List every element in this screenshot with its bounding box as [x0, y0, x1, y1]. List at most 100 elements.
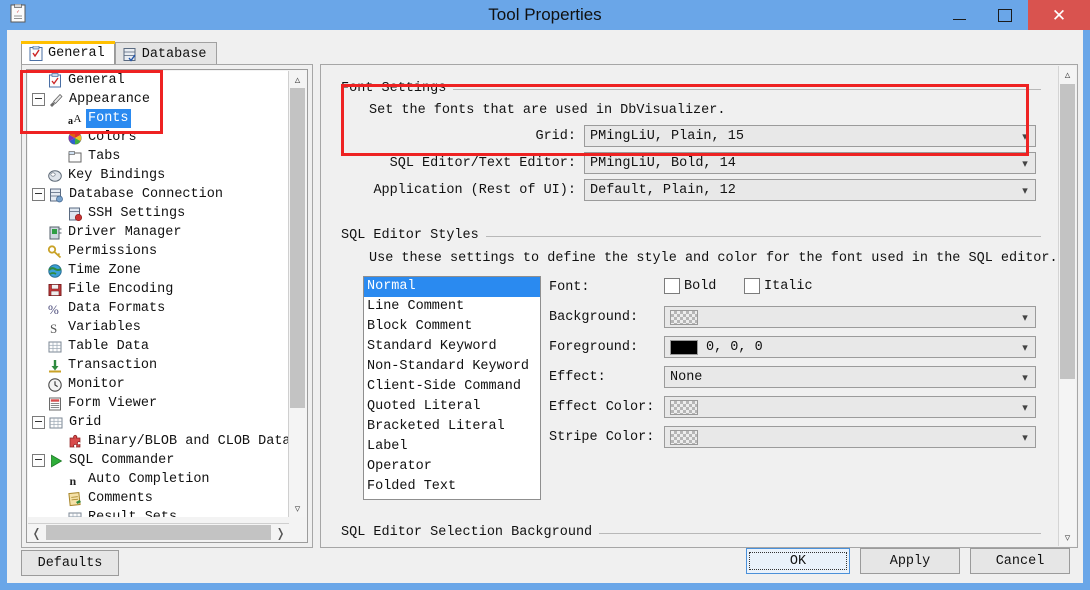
cancel-button[interactable]: Cancel	[970, 548, 1070, 574]
tree-item-file-encoding[interactable]: File Encoding	[28, 280, 289, 299]
tree-item-database-connection[interactable]: Database Connection	[28, 185, 289, 204]
foreground-color-combo[interactable]: 0, 0, 0 ▾	[664, 336, 1036, 358]
tree-item-label: Key Bindings	[68, 168, 166, 183]
style-list-item[interactable]: Normal	[364, 277, 540, 297]
colorwheel-icon	[67, 130, 83, 146]
maximize-button[interactable]	[982, 0, 1028, 30]
style-list-item[interactable]: Standard Keyword	[364, 337, 540, 357]
application-font-value: Default, Plain, 12	[590, 182, 736, 198]
style-list-item[interactable]: Folded Text	[364, 477, 540, 497]
tree-item-auto-completion[interactable]: n Auto Completion	[28, 470, 289, 489]
tree-expander-icon[interactable]	[32, 188, 45, 201]
defaults-button[interactable]: Defaults	[21, 550, 119, 576]
tree-item-driver-manager[interactable]: Driver Manager	[28, 223, 289, 242]
puzzle-icon	[67, 434, 83, 450]
grid-font-combo[interactable]: PMingLiU, Plain, 15 ▾	[584, 125, 1036, 147]
effect-color-combo[interactable]: ▾	[664, 396, 1036, 418]
tree-item-label: General	[68, 73, 125, 88]
tree-item-general[interactable]: General	[28, 71, 289, 90]
grid-font-value: PMingLiU, Plain, 15	[590, 128, 744, 144]
tree-item-binary-blob-and-clob-data[interactable]: Binary/BLOB and CLOB Data	[28, 432, 289, 451]
tree-vertical-scrollbar[interactable]: ▵ ▿	[288, 71, 306, 517]
tree-item-result-sets[interactable]: Result Sets	[28, 508, 289, 517]
tab-general[interactable]: General	[21, 41, 115, 65]
tree-item-sql-commander[interactable]: SQL Commander	[28, 451, 289, 470]
tree-item-comments[interactable]: Comments	[28, 489, 289, 508]
style-list-item[interactable]: Non-Standard Keyword	[364, 357, 540, 377]
application-font-combo[interactable]: Default, Plain, 12 ▾	[584, 179, 1036, 201]
tree-vscroll-thumb[interactable]	[290, 88, 305, 408]
minimize-button[interactable]	[936, 0, 982, 30]
autocomplete-icon: n	[67, 472, 83, 488]
tree-item-ssh-settings[interactable]: SSH Settings	[28, 204, 289, 223]
style-list-item[interactable]: Client-Side Command	[364, 377, 540, 397]
selection-background-group: SQL Editor Selection Background	[341, 525, 1041, 545]
style-list-item[interactable]: Quoted Literal	[364, 397, 540, 417]
grid-icon	[48, 415, 64, 431]
dollar-icon: S	[47, 320, 63, 336]
chevron-down-icon[interactable]: ▿	[289, 500, 306, 517]
tree-item-permissions[interactable]: Permissions	[28, 242, 289, 261]
tree-horizontal-scrollbar[interactable]: ❬ ❭	[28, 523, 289, 541]
detail-vertical-scrollbar[interactable]: ▵ ▿	[1058, 66, 1076, 546]
tree-item-label: SQL Commander	[69, 453, 175, 468]
stripe-color-combo[interactable]: ▾	[664, 426, 1036, 448]
tree-item-fonts[interactable]: a A Fonts	[28, 109, 289, 128]
tree-item-table-data[interactable]: Table Data	[28, 337, 289, 356]
tree-expander-icon[interactable]	[32, 454, 45, 467]
tree-item-time-zone[interactable]: Time Zone	[28, 261, 289, 280]
defaults-button-label: Defaults	[37, 555, 103, 571]
tree-item-key-bindings[interactable]: Key Bindings	[28, 166, 289, 185]
chevron-up-icon[interactable]: ▵	[1059, 66, 1076, 83]
chevron-down-icon: ▾	[1022, 370, 1028, 384]
style-list-item[interactable]: Label	[364, 437, 540, 457]
foreground-label: Foreground:	[549, 340, 639, 355]
tree-expander-icon[interactable]	[32, 93, 45, 106]
tree-item-form-viewer[interactable]: Form Viewer	[28, 394, 289, 413]
ok-button[interactable]: OK	[746, 548, 850, 574]
tree-item-data-formats[interactable]: % Data Formats	[28, 299, 289, 318]
style-list-item[interactable]: Block Comment	[364, 317, 540, 337]
font-icon: aA	[67, 111, 83, 127]
italic-checkbox[interactable]: Italic	[744, 278, 813, 294]
style-list-item[interactable]: Line Comment	[364, 297, 540, 317]
settings-tree[interactable]: General Appearance a A Fonts Colors Tabs Key Bi…	[28, 71, 289, 517]
apply-button-label: Apply	[889, 553, 931, 569]
driver-icon	[47, 225, 63, 241]
tree-item-monitor[interactable]: Monitor	[28, 375, 289, 394]
style-list-item[interactable]: Operator	[364, 457, 540, 477]
tree-item-grid[interactable]: Grid	[28, 413, 289, 432]
settings-tree-inner: General Appearance a A Fonts Colors Tabs Key Bi…	[26, 69, 308, 543]
background-color-combo[interactable]: ▾	[664, 306, 1036, 328]
tree-hscroll-thumb[interactable]	[46, 525, 271, 540]
font-settings-group: Font Settings Set the fonts that are use…	[341, 81, 1041, 201]
chevron-down-icon[interactable]: ▿	[1059, 529, 1076, 546]
sql-editor-font-combo[interactable]: PMingLiU, Bold, 14 ▾	[584, 152, 1036, 174]
tree-item-tabs[interactable]: Tabs	[28, 147, 289, 166]
database-icon	[48, 187, 64, 203]
tree-item-variables[interactable]: S Variables	[28, 318, 289, 337]
chevron-up-icon[interactable]: ▵	[289, 71, 306, 88]
brush-icon	[48, 92, 64, 108]
tree-item-appearance[interactable]: Appearance	[28, 90, 289, 109]
checkbox-box	[664, 278, 680, 294]
chevron-down-icon: ▾	[1022, 430, 1028, 444]
bold-checkbox[interactable]: Bold	[664, 278, 716, 294]
chevron-right-icon[interactable]: ❭	[272, 524, 289, 541]
bold-label: Bold	[684, 278, 717, 294]
close-button[interactable]: ✕	[1028, 0, 1090, 30]
tree-item-colors[interactable]: Colors	[28, 128, 289, 147]
apply-button[interactable]: Apply	[860, 548, 960, 574]
style-list[interactable]: Normal Line Comment Block Comment Standard …	[363, 276, 541, 500]
style-list-item[interactable]: Bracketed Literal	[364, 417, 540, 437]
font-settings-description: Set the fonts that are used in DbVisuali…	[369, 103, 726, 118]
chevron-left-icon[interactable]: ❬	[28, 524, 45, 541]
color-swatch	[670, 399, 698, 415]
tree-expander-icon[interactable]	[32, 416, 45, 429]
chevron-down-icon: ▾	[1022, 310, 1028, 324]
svg-text:%: %	[48, 302, 59, 317]
tab-database[interactable]: Database	[114, 42, 217, 65]
tree-item-transaction[interactable]: Transaction	[28, 356, 289, 375]
detail-vscroll-thumb[interactable]	[1060, 84, 1075, 379]
effect-combo[interactable]: None ▾	[664, 366, 1036, 388]
